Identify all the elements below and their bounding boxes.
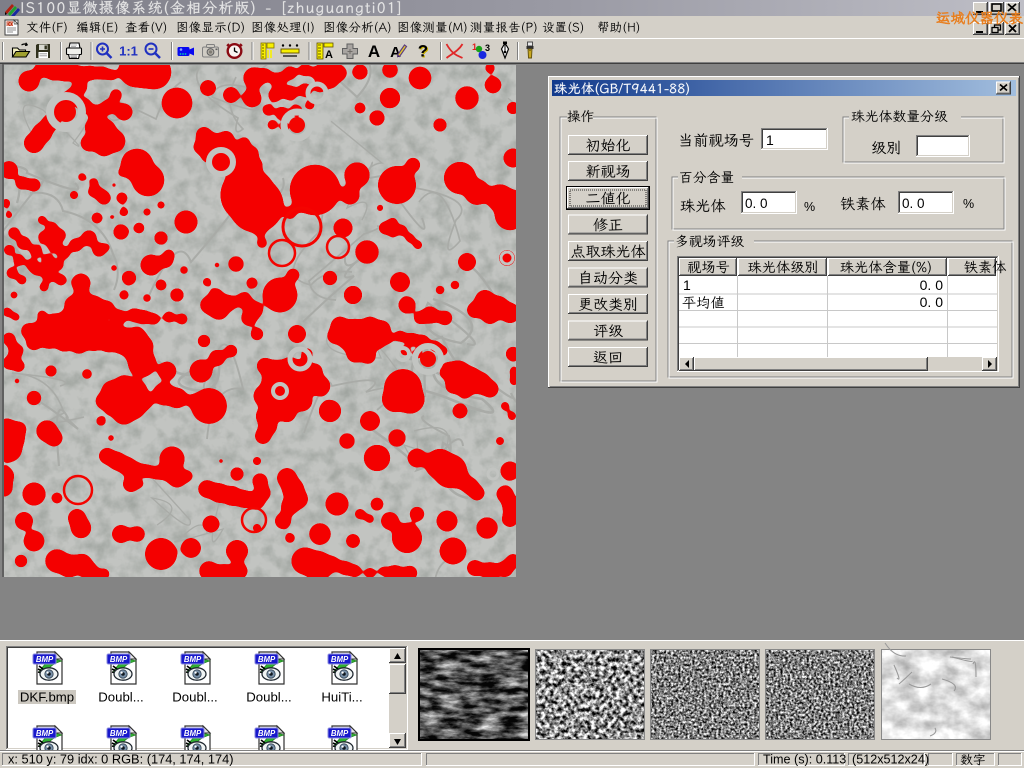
svg-text:?: ? [418, 42, 428, 61]
svg-text:%: % [804, 200, 815, 214]
svg-text:DKF.bmp: DKF.bmp [20, 690, 74, 705]
svg-text:0. 0: 0. 0 [920, 294, 944, 310]
svg-text:(512x512x24): (512x512x24) [852, 753, 929, 767]
svg-text:Doubl...: Doubl... [172, 690, 217, 705]
svg-text:0. 0: 0. 0 [902, 196, 925, 211]
svg-text:%: % [963, 197, 974, 211]
svg-text:Doubl...: Doubl... [246, 690, 291, 705]
svg-text:x: 510 y: 79 idx: 0 RGB: (17: x: 510 y: 79 idx: 0 RGB: (174, 174, 174) [8, 752, 234, 767]
svg-text:HuiTi...: HuiTi... [321, 690, 362, 705]
svg-text:Time (s): 0.113: Time (s): 0.113 [763, 753, 846, 767]
svg-text:1: 1 [766, 132, 774, 148]
svg-text:Doubl...: Doubl... [98, 690, 143, 705]
svg-text:A: A [368, 42, 380, 61]
svg-text:1:1: 1:1 [119, 44, 138, 59]
svg-text:0. 0: 0. 0 [920, 277, 944, 293]
svg-text:3: 3 [485, 43, 490, 53]
svg-text:0. 0: 0. 0 [745, 196, 768, 211]
svg-text:A: A [325, 49, 333, 61]
svg-text:DOC: DOC [7, 22, 18, 27]
svg-text:1: 1 [683, 277, 691, 293]
